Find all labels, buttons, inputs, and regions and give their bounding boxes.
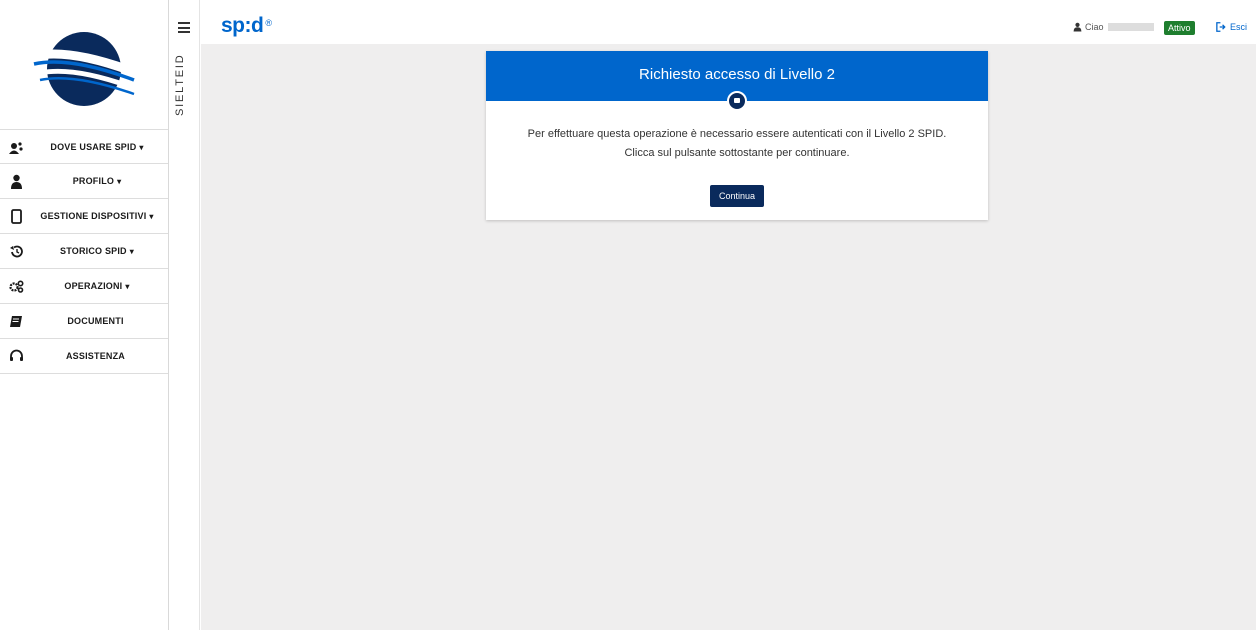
greeting-text: Ciao <box>1085 22 1104 32</box>
sidebar: DOVE USARE SPID ▾ PROFILO ▾ GESTIONE DISPO… <box>0 0 169 630</box>
sidebar-item-label: STORICO SPID ▾ <box>60 246 134 256</box>
side-strip: SIELTEID <box>169 0 200 630</box>
sidebar-item-storico-spid[interactable]: STORICO SPID ▾ <box>0 234 168 269</box>
continua-button[interactable]: Continua <box>710 185 764 207</box>
sidebar-item-label: PROFILO ▾ <box>72 176 122 186</box>
spid-logo-mark: ® <box>265 18 272 28</box>
card-title: Richiesto accesso di Livello 2 <box>639 66 835 83</box>
card-message-line1: Per effettuare questa operazione è neces… <box>527 128 947 140</box>
history-icon <box>10 245 23 258</box>
status-badge: Attivo <box>1164 21 1195 35</box>
sidebar-item-assistenza[interactable]: ASSISTENZA <box>0 339 168 374</box>
headset-icon <box>10 349 23 361</box>
mobile-icon <box>11 209 22 224</box>
user-icon <box>11 174 22 189</box>
main-content: Richiesto accesso di Livello 2 Per effet… <box>201 44 1256 630</box>
users-icon <box>9 142 23 154</box>
user-greeting: Ciao <box>1073 22 1154 32</box>
sidebar-item-documenti[interactable]: DOCUMENTI <box>0 304 168 339</box>
gears-icon <box>9 280 24 293</box>
chat-icon <box>727 91 747 111</box>
brand-vertical-label: SIELTEID <box>174 53 186 117</box>
book-icon <box>10 316 22 327</box>
top-bar: sp:d ® Ciao Attivo Esci <box>200 0 1256 44</box>
hamburger-menu-icon[interactable] <box>178 22 190 33</box>
level2-access-card: Richiesto accesso di Livello 2 Per effet… <box>486 51 988 220</box>
sidebar-item-label: OPERAZIONI ▾ <box>64 281 130 291</box>
logout-label: Esci <box>1230 22 1248 32</box>
sidebar-item-label: DOVE USARE SPID ▾ <box>50 141 144 152</box>
sidebar-item-operazioni[interactable]: OPERAZIONI ▾ <box>0 269 168 304</box>
sidebar-item-profilo[interactable]: PROFILO ▾ <box>0 164 168 199</box>
logout-link[interactable]: Esci <box>1216 22 1247 32</box>
spid-logo[interactable]: sp:d ® <box>221 14 272 38</box>
card-message-line2: Clicca sul pulsante sottostante per cont… <box>624 147 850 159</box>
sidebar-item-label: GESTIONE DISPOSITIVI ▾ <box>40 211 154 221</box>
sidebar-item-gestione-dispositivi[interactable]: GESTIONE DISPOSITIVI ▾ <box>0 199 168 234</box>
sidebar-nav: DOVE USARE SPID ▾ PROFILO ▾ GESTIONE DISPO… <box>0 129 168 374</box>
user-icon <box>1073 22 1082 32</box>
sidebar-item-label: DOCUMENTI <box>67 316 124 326</box>
logout-icon <box>1216 22 1226 32</box>
sidebar-item-dove-usare-spid[interactable]: DOVE USARE SPID ▾ <box>0 129 168 164</box>
spid-logo-text: sp:d <box>221 14 264 37</box>
sielte-logo <box>33 32 136 106</box>
sidebar-item-label: ASSISTENZA <box>65 351 125 361</box>
username-redacted <box>1107 23 1154 31</box>
